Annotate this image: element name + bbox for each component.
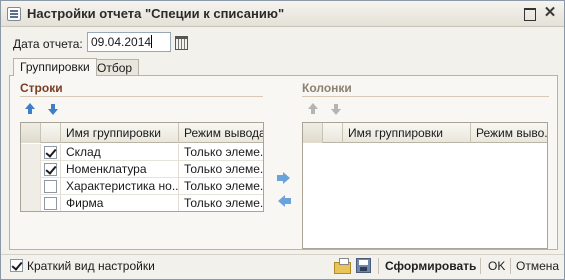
restore-icon[interactable] [521, 5, 537, 21]
table-row[interactable]: Склад Только элеме... [21, 144, 263, 161]
separator [510, 258, 511, 274]
column-header-output-mode[interactable]: Режим выво... [471, 123, 547, 143]
row-group-name: Склад [61, 144, 179, 161]
row-output-mode: Только элеме... [184, 196, 264, 210]
row-output-mode: Только элеме... [184, 145, 264, 159]
table-row[interactable]: Номенклатура Только элеме... [21, 161, 263, 178]
form-icon [7, 7, 21, 21]
move-right-icon[interactable] [277, 172, 291, 184]
row-stub [21, 144, 41, 161]
calendar-icon[interactable] [173, 33, 189, 50]
header-stub [21, 123, 41, 143]
title-bar[interactable]: Настройки отчета "Специи к списанию" ✕ [1, 1, 564, 27]
row-checkbox[interactable] [44, 146, 57, 159]
row-output-mode: Только элеме... [184, 179, 264, 193]
row-group-name: Номенклатура [61, 161, 179, 178]
tab-filter[interactable]: Отбор [90, 59, 140, 76]
report-date-label: Дата отчета: [13, 37, 83, 51]
table-row[interactable]: Характеристика но... Только элеме... [21, 178, 263, 195]
open-settings-icon[interactable] [334, 258, 351, 274]
header-stub [303, 123, 323, 143]
report-date-value: 09.04.2014 [91, 35, 152, 49]
cancel-button[interactable]: Отмена [516, 259, 559, 273]
report-date-field[interactable]: 09.04.2014 [87, 32, 171, 52]
save-settings-icon[interactable] [356, 258, 371, 273]
row-check-cell [41, 178, 61, 195]
separator [378, 258, 379, 274]
move-down-icon[interactable] [46, 102, 60, 116]
row-stub [21, 161, 41, 178]
row-group-name: Фирма [61, 195, 179, 211]
short-view-label[interactable]: Краткий вид настройки [27, 259, 155, 273]
rows-table[interactable]: Имя группировки Режим вывода Склад Тольк… [20, 122, 264, 212]
ok-button[interactable]: OK [488, 259, 505, 273]
tab-groupings[interactable]: Группировки [13, 58, 97, 76]
move-left-icon[interactable] [277, 195, 291, 207]
column-header-output-mode[interactable]: Режим вывода [179, 123, 263, 143]
close-icon[interactable]: ✕ [542, 5, 558, 21]
table-row[interactable]: Фирма Только элеме... [21, 195, 264, 211]
move-up-icon-disabled[interactable] [306, 102, 320, 116]
columns-divider [302, 96, 549, 97]
header-check-column [41, 123, 61, 143]
columns-section-title: Колонки [302, 81, 352, 95]
short-view-checkbox[interactable] [10, 259, 23, 272]
column-header-group-name[interactable]: Имя группировки [61, 123, 179, 143]
rows-table-header: Имя группировки Режим вывода [21, 123, 263, 143]
report-settings-window: Настройки отчета "Специи к списанию" ✕ Д… [0, 0, 565, 280]
window-title: Настройки отчета "Специи к списанию" [27, 6, 285, 21]
columns-table-header: Имя группировки Режим выво... [303, 123, 547, 143]
separator [480, 258, 481, 274]
row-output-mode: Только элеме... [184, 162, 264, 176]
row-checkbox[interactable] [44, 180, 57, 193]
columns-table[interactable]: Имя группировки Режим выво... [302, 122, 548, 249]
rows-section-title: Строки [20, 81, 63, 95]
move-down-icon-disabled[interactable] [329, 102, 343, 116]
column-header-group-name[interactable]: Имя группировки [343, 123, 471, 143]
row-checkbox[interactable] [44, 197, 57, 210]
row-stub [21, 195, 41, 211]
generate-button[interactable]: Сформировать [385, 259, 476, 273]
row-stub [21, 178, 41, 195]
rows-divider [20, 96, 263, 97]
row-check-cell [41, 144, 61, 161]
text-caret [151, 35, 153, 48]
row-checkbox[interactable] [44, 163, 57, 176]
move-up-icon[interactable] [23, 102, 37, 116]
row-check-cell [41, 161, 61, 178]
header-check-column [323, 123, 343, 143]
row-check-cell [41, 195, 61, 211]
row-group-name: Характеристика но... [61, 178, 179, 195]
